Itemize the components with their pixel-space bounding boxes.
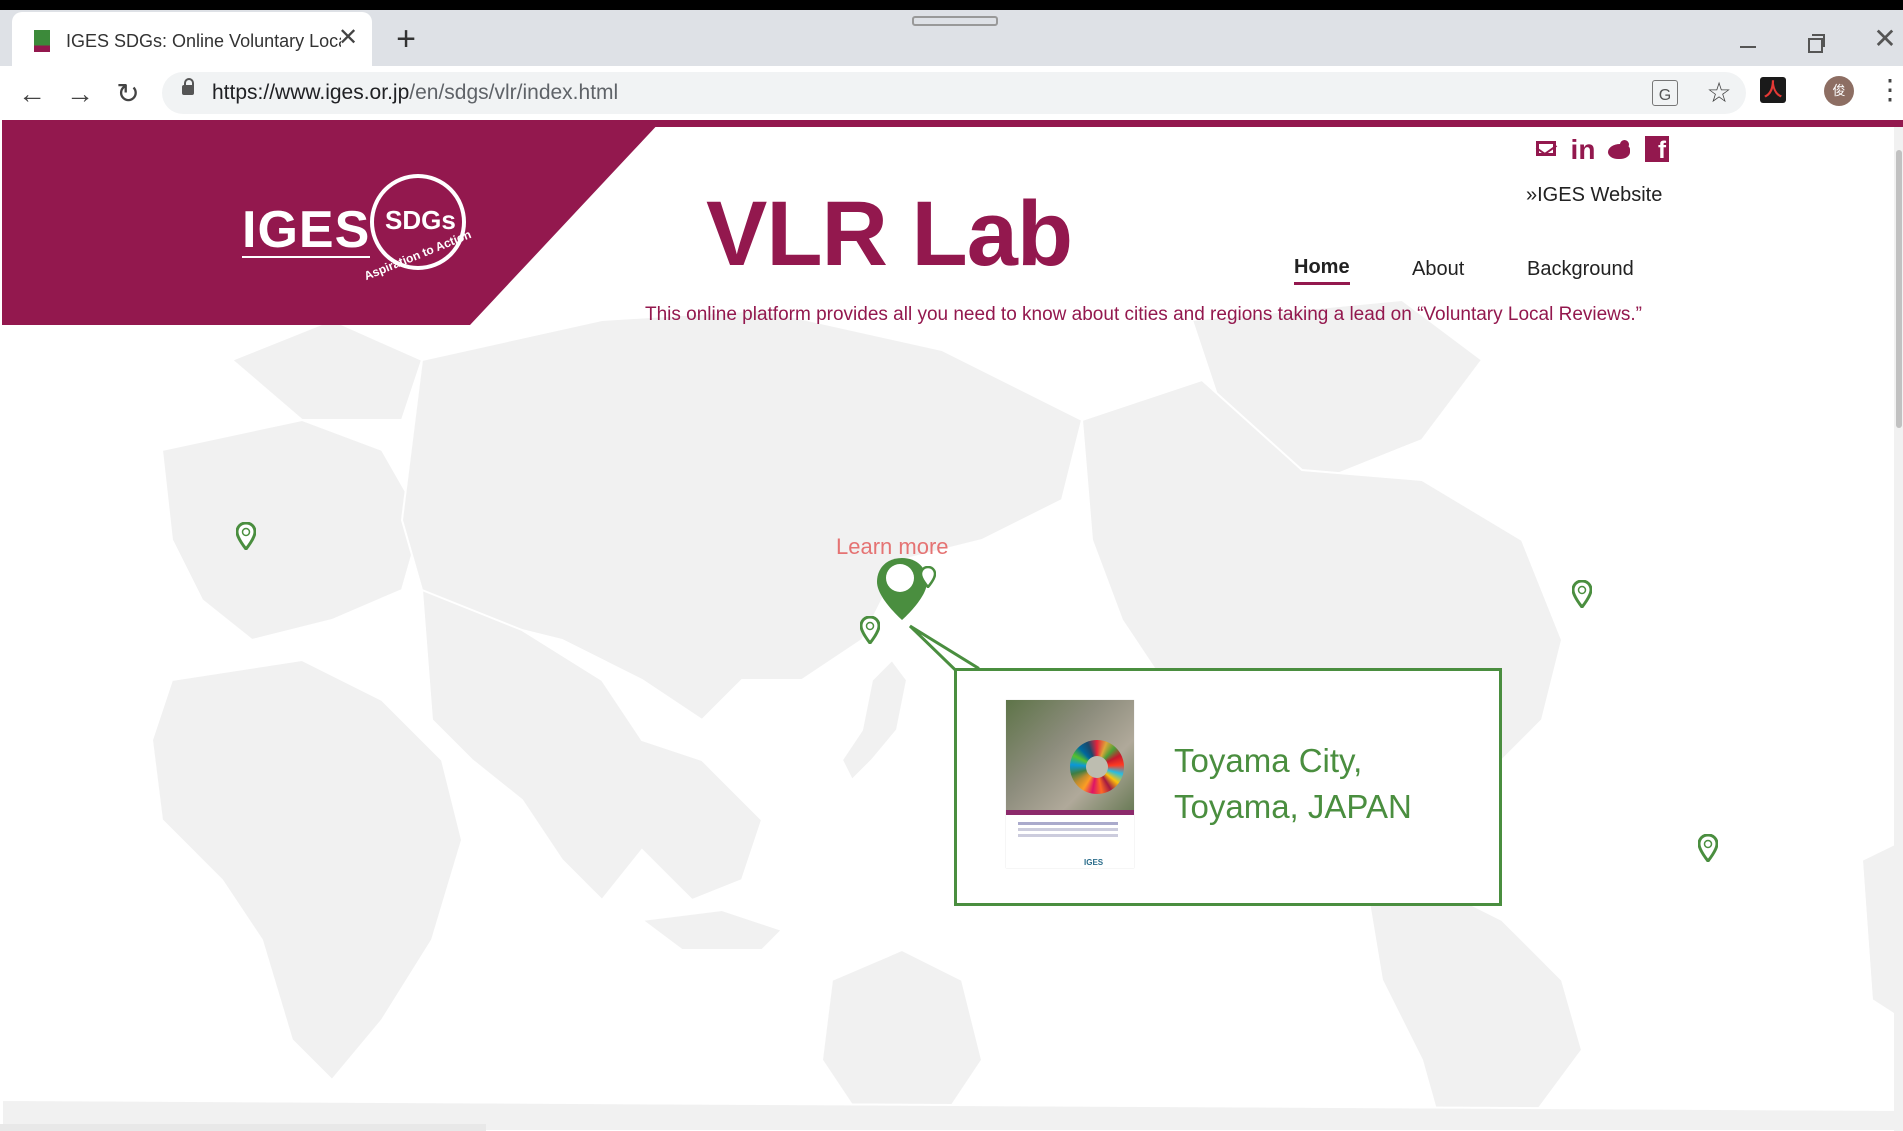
map-pin-icon	[1698, 834, 1718, 862]
map-pin-brazil[interactable]	[1698, 834, 1718, 862]
facebook-icon[interactable]	[1643, 136, 1671, 164]
report-cover-bar	[1006, 810, 1134, 815]
new-tab-button[interactable]: +	[388, 22, 424, 58]
sdgs-logo-text: SDGs	[385, 205, 456, 235]
report-cover-logo: IGES	[1084, 858, 1104, 867]
iges-logo-text[interactable]: IGES	[242, 200, 371, 260]
report-thumbnail[interactable]: IGES	[1006, 700, 1134, 868]
url-text[interactable]: https://www.iges.or.jp/en/sdgs/vlr/index…	[212, 81, 618, 105]
address-bar[interactable]: https://www.iges.or.jp/en/sdgs/vlr/index…	[162, 72, 1746, 114]
browser-window: IGES SDGs: Online Voluntary Local Review…	[0, 0, 1903, 1131]
map-pin-icon	[1572, 580, 1592, 608]
forward-button[interactable]: →	[62, 76, 98, 112]
restore-button[interactable]	[1800, 24, 1830, 54]
window-drag-handle[interactable]	[912, 16, 998, 26]
translate-icon[interactable]: G	[1652, 80, 1678, 106]
url-host: https://www.iges.or.jp	[212, 81, 410, 104]
map-pin-icon	[236, 522, 256, 550]
screen-top-border	[0, 0, 1903, 10]
popup-city-name[interactable]: Toyama City, Toyama, JAPAN	[1174, 738, 1412, 830]
page-scrollbar-thumb[interactable]	[1896, 150, 1902, 428]
tab-strip: IGES SDGs: Online Voluntary Local Review…	[0, 10, 1903, 66]
site-title: VLR Lab	[706, 183, 1073, 285]
minimize-button[interactable]	[1734, 24, 1764, 54]
browser-menu-icon[interactable]: ⋮	[1876, 76, 1903, 106]
browser-toolbar: ← → ↻ https://www.iges.or.jp/en/sdgs/vlr…	[0, 66, 1903, 120]
page-tagline: This online platform provides all you ne…	[645, 304, 1643, 325]
favicon-icon	[34, 30, 50, 52]
url-path: /en/sdgs/vlr/index.html	[409, 81, 619, 104]
lock-icon[interactable]	[182, 78, 194, 95]
bookmark-star-icon[interactable]: ☆	[1702, 76, 1736, 110]
status-strip	[0, 1124, 486, 1131]
web-page: IGES SDGs Aspiration to Action VLR Lab i…	[2, 120, 1903, 1131]
map-pin-icon	[920, 566, 936, 588]
linkedin-icon[interactable]: in	[1569, 136, 1597, 164]
nav-home[interactable]: Home	[1294, 256, 1350, 285]
profile-avatar[interactable]: 俊	[1824, 76, 1854, 106]
tab-iges-sdgs[interactable]: IGES SDGs: Online Voluntary Local Review…	[12, 12, 372, 66]
iges-website-link[interactable]: »IGES Website	[1526, 184, 1662, 207]
report-cover-text	[1018, 822, 1118, 825]
acrobat-extension-icon[interactable]: 人	[1760, 77, 1786, 103]
nav-about[interactable]: About	[1412, 258, 1464, 281]
reload-button[interactable]: ↻	[110, 76, 146, 112]
popup-city-line2: Toyama, JAPAN	[1174, 788, 1412, 825]
twitter-icon[interactable]	[1606, 136, 1634, 164]
mail-icon[interactable]	[1534, 136, 1562, 164]
map-pin-usa-east[interactable]	[1572, 580, 1592, 608]
close-window-button[interactable]: ✕	[1870, 24, 1900, 54]
map-pin-korea[interactable]	[860, 616, 880, 644]
back-button[interactable]: ←	[14, 76, 50, 112]
tab-close-icon[interactable]: ✕	[334, 24, 362, 52]
tab-title: IGES SDGs: Online Voluntary Local Review…	[66, 31, 341, 51]
nav-background[interactable]: Background	[1527, 258, 1634, 281]
popup-city-line1: Toyama City,	[1174, 742, 1363, 779]
map-pin-europe[interactable]	[236, 522, 256, 550]
map-pin-japan-north[interactable]	[920, 566, 936, 588]
map-pin-icon	[860, 616, 880, 644]
sdgs-wheel-icon	[1070, 740, 1124, 794]
